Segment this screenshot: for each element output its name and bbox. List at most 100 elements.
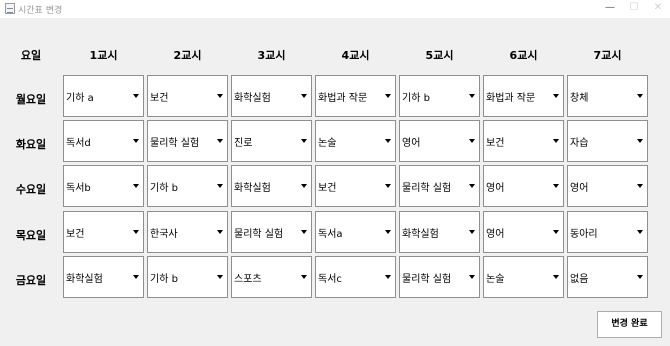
dropdown-arrow-icon[interactable] xyxy=(549,257,563,297)
slot-tue-4-select[interactable]: 논술 xyxy=(315,120,396,162)
dropdown-arrow-icon[interactable] xyxy=(549,76,563,116)
dropdown-arrow-icon[interactable] xyxy=(213,257,227,297)
slot-value: 화학실험 xyxy=(66,274,103,285)
dropdown-arrow-icon[interactable] xyxy=(381,166,395,206)
dropdown-arrow-icon[interactable] xyxy=(213,166,227,206)
slot-wed-7-select[interactable]: 영어 xyxy=(567,165,648,207)
slot-fri-3-select[interactable]: 스포츠 xyxy=(231,256,312,298)
close-button[interactable]: ✕ xyxy=(645,0,670,18)
slot-value: 보건 xyxy=(150,93,169,104)
done-button[interactable]: 변경 완료 xyxy=(597,311,662,338)
slot-value: 보건 xyxy=(318,183,337,194)
dropdown-arrow-icon[interactable] xyxy=(381,121,395,161)
dropdown-arrow-icon[interactable] xyxy=(297,257,311,297)
slot-tue-7-select[interactable]: 자습 xyxy=(567,120,648,162)
dropdown-arrow-icon[interactable] xyxy=(465,212,479,252)
slot-thu-2-select[interactable]: 한국사 xyxy=(147,211,228,253)
slot-value: 자습 xyxy=(570,138,589,149)
slot-value: 논술 xyxy=(318,138,337,149)
slot-tue-3-select[interactable]: 진로 xyxy=(231,120,312,162)
window-title: 시간표 변경 xyxy=(18,6,63,16)
slot-thu-3-select[interactable]: 물리학 실험 xyxy=(231,211,312,253)
slot-value: 창체 xyxy=(570,93,589,104)
dropdown-arrow-icon[interactable] xyxy=(129,212,143,252)
slot-fri-4-select[interactable]: 독서c xyxy=(315,256,396,298)
slot-thu-5-select[interactable]: 화학실험 xyxy=(399,211,480,253)
dropdown-arrow-icon[interactable] xyxy=(549,166,563,206)
period-7-header: 7교시 xyxy=(593,49,622,62)
dropdown-arrow-icon[interactable] xyxy=(297,121,311,161)
slot-wed-1-select[interactable]: 독서b xyxy=(63,165,144,207)
slot-mon-7-select[interactable]: 창체 xyxy=(567,75,648,117)
dropdown-arrow-icon[interactable] xyxy=(633,257,647,297)
dropdown-arrow-icon[interactable] xyxy=(633,76,647,116)
slot-value: 보건 xyxy=(486,138,505,149)
dropdown-arrow-icon[interactable] xyxy=(633,166,647,206)
dropdown-arrow-icon[interactable] xyxy=(465,166,479,206)
dropdown-arrow-icon[interactable] xyxy=(213,76,227,116)
dropdown-arrow-icon[interactable] xyxy=(129,257,143,297)
slot-value: 물리학 실험 xyxy=(402,274,452,285)
slot-thu-6-select[interactable]: 영어 xyxy=(483,211,564,253)
dropdown-arrow-icon[interactable] xyxy=(549,212,563,252)
dropdown-arrow-icon[interactable] xyxy=(297,76,311,116)
slot-value: 화법과 작문 xyxy=(486,93,536,104)
dropdown-arrow-icon[interactable] xyxy=(297,166,311,206)
title-bar: 시간표 변경 — ☐ ✕ xyxy=(0,0,670,18)
dropdown-arrow-icon[interactable] xyxy=(129,121,143,161)
slot-value: 영어 xyxy=(570,183,589,194)
period-1-header: 1교시 xyxy=(89,49,118,62)
dropdown-arrow-icon[interactable] xyxy=(465,257,479,297)
slot-fri-1-select[interactable]: 화학실험 xyxy=(63,256,144,298)
dropdown-arrow-icon[interactable] xyxy=(465,76,479,116)
slot-mon-5-select[interactable]: 기하 b xyxy=(399,75,480,117)
slot-tue-6-select[interactable]: 보건 xyxy=(483,120,564,162)
slot-fri-7-select[interactable]: 없음 xyxy=(567,256,648,298)
dropdown-arrow-icon[interactable] xyxy=(633,212,647,252)
dropdown-arrow-icon[interactable] xyxy=(129,76,143,116)
slot-mon-4-select[interactable]: 화법과 작문 xyxy=(315,75,396,117)
slot-value: 영어 xyxy=(486,229,505,240)
slot-tue-1-select[interactable]: 독서d xyxy=(63,120,144,162)
slot-fri-6-select[interactable]: 논술 xyxy=(483,256,564,298)
slot-wed-6-select[interactable]: 영어 xyxy=(483,165,564,207)
slot-value: 독서c xyxy=(318,274,342,285)
slot-mon-1-select[interactable]: 기하 a xyxy=(63,75,144,117)
slot-tue-2-select[interactable]: 물리학 실험 xyxy=(147,120,228,162)
slot-value: 화학실험 xyxy=(234,93,271,104)
period-3-header: 3교시 xyxy=(257,49,286,62)
dropdown-arrow-icon[interactable] xyxy=(213,212,227,252)
slot-value: 영어 xyxy=(402,138,421,149)
dropdown-arrow-icon[interactable] xyxy=(381,76,395,116)
slot-mon-6-select[interactable]: 화법과 작문 xyxy=(483,75,564,117)
slot-value: 물리학 실험 xyxy=(234,229,284,240)
dropdown-arrow-icon[interactable] xyxy=(549,121,563,161)
day-label-fri: 금요일 xyxy=(15,274,47,287)
dropdown-arrow-icon[interactable] xyxy=(465,121,479,161)
minimize-button[interactable]: — xyxy=(597,0,623,18)
day-label-tue: 화요일 xyxy=(15,138,47,151)
slot-fri-5-select[interactable]: 물리학 실험 xyxy=(399,256,480,298)
slot-fri-2-select[interactable]: 기하 b xyxy=(147,256,228,298)
slot-mon-3-select[interactable]: 화학실험 xyxy=(231,75,312,117)
slot-mon-2-select[interactable]: 보건 xyxy=(147,75,228,117)
slot-thu-7-select[interactable]: 동아리 xyxy=(567,211,648,253)
slot-wed-2-select[interactable]: 기하 b xyxy=(147,165,228,207)
dropdown-arrow-icon[interactable] xyxy=(129,166,143,206)
slot-thu-1-select[interactable]: 보건 xyxy=(63,211,144,253)
dropdown-arrow-icon[interactable] xyxy=(633,121,647,161)
dropdown-arrow-icon[interactable] xyxy=(297,212,311,252)
slot-thu-4-select[interactable]: 독서a xyxy=(315,211,396,253)
slot-value: 기하 b xyxy=(150,183,178,194)
slot-wed-5-select[interactable]: 물리학 실험 xyxy=(399,165,480,207)
day-column-header: 요일 xyxy=(20,49,42,62)
slot-wed-4-select[interactable]: 보건 xyxy=(315,165,396,207)
slot-value: 기하 b xyxy=(402,93,430,104)
dropdown-arrow-icon[interactable] xyxy=(381,212,395,252)
slot-tue-5-select[interactable]: 영어 xyxy=(399,120,480,162)
dropdown-arrow-icon[interactable] xyxy=(381,257,395,297)
maximize-button[interactable]: ☐ xyxy=(621,0,647,18)
dropdown-arrow-icon[interactable] xyxy=(213,121,227,161)
slot-wed-3-select[interactable]: 화학실험 xyxy=(231,165,312,207)
slot-value: 화학실험 xyxy=(234,183,271,194)
